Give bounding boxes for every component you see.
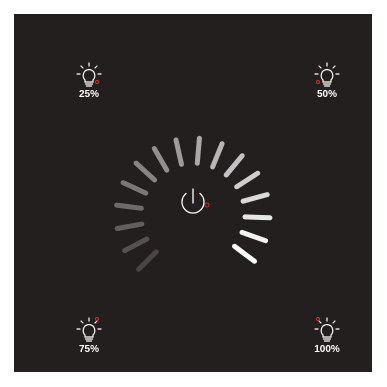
dial-segment[interactable] <box>120 180 149 196</box>
power-icon <box>181 188 205 214</box>
dial-segment[interactable] <box>133 160 158 183</box>
dial-segment[interactable] <box>223 153 245 178</box>
dial-segment[interactable] <box>232 243 257 264</box>
indicator-led <box>204 202 210 208</box>
dial-segment[interactable] <box>240 192 270 204</box>
dial-segment[interactable] <box>242 214 273 221</box>
dial-segment[interactable] <box>239 229 269 244</box>
dial-segment[interactable] <box>114 202 144 211</box>
dial-segment[interactable] <box>114 221 145 231</box>
dial-segment[interactable] <box>173 137 184 167</box>
dial-segment[interactable] <box>210 141 225 170</box>
power-button[interactable] <box>181 188 210 214</box>
dial-segment[interactable] <box>234 170 261 190</box>
dial-segment[interactable] <box>151 146 170 173</box>
dial-segment[interactable] <box>194 135 202 166</box>
dimmer-panel: 25% 50% 75% 100% <box>14 14 372 372</box>
dial-segment[interactable] <box>136 249 159 272</box>
dial-segment[interactable] <box>122 236 150 254</box>
dimmer-dial[interactable] <box>14 14 372 372</box>
dial-segments <box>114 135 273 272</box>
